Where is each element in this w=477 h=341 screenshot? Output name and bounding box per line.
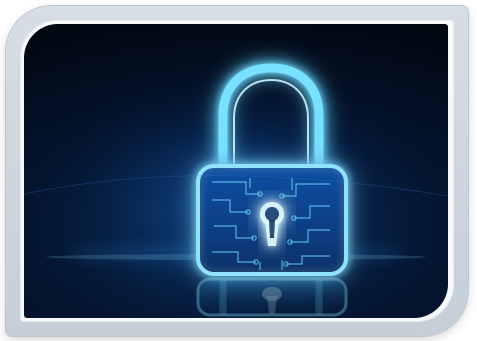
photo-scene	[24, 24, 448, 318]
padlock-illustration	[24, 24, 448, 318]
reflection	[196, 277, 348, 317]
page	[0, 0, 477, 341]
photo-frame	[6, 6, 468, 336]
